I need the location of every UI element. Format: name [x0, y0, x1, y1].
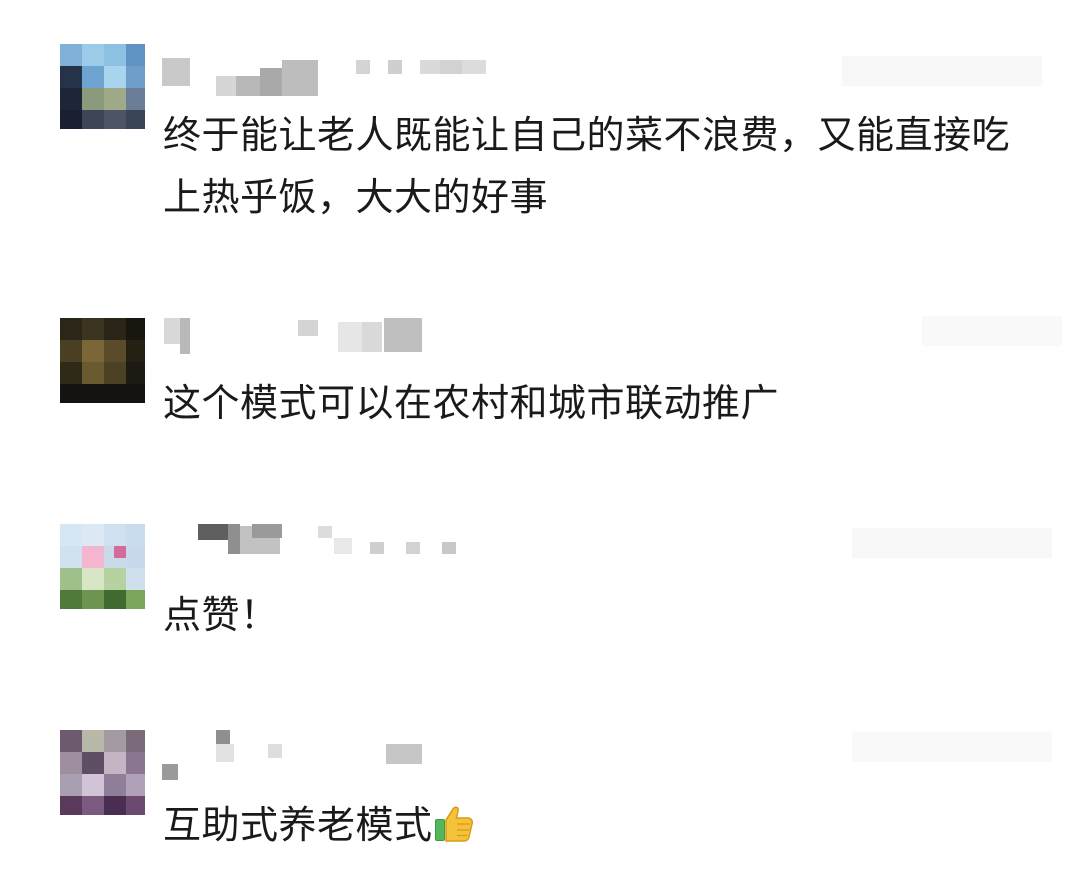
username[interactable] [162, 520, 1062, 580]
avatar[interactable] [60, 524, 145, 609]
username[interactable] [162, 726, 1062, 786]
username[interactable] [162, 46, 1062, 106]
comment-text: 互助式养老模式 [163, 794, 1023, 856]
username[interactable] [162, 316, 1062, 376]
comment-list: 终于能让老人既能让自己的菜不浪费，又能直接吃上热乎饭，大大的好事 这个模式可以在… [0, 0, 1080, 895]
avatar[interactable] [60, 318, 145, 403]
comment-text: 这个模式可以在农村和城市联动推广 [163, 381, 780, 425]
comment-text: 点赞！ [163, 593, 279, 637]
comment-text: 终于能让老人既能让自己的菜不浪费，又能直接吃上热乎饭，大大的好事 [163, 113, 1011, 219]
comment-text-content: 互助式养老模式 [163, 803, 433, 847]
avatar[interactable] [60, 44, 145, 129]
avatar[interactable] [60, 730, 145, 815]
thumbs-up-icon [433, 800, 475, 842]
